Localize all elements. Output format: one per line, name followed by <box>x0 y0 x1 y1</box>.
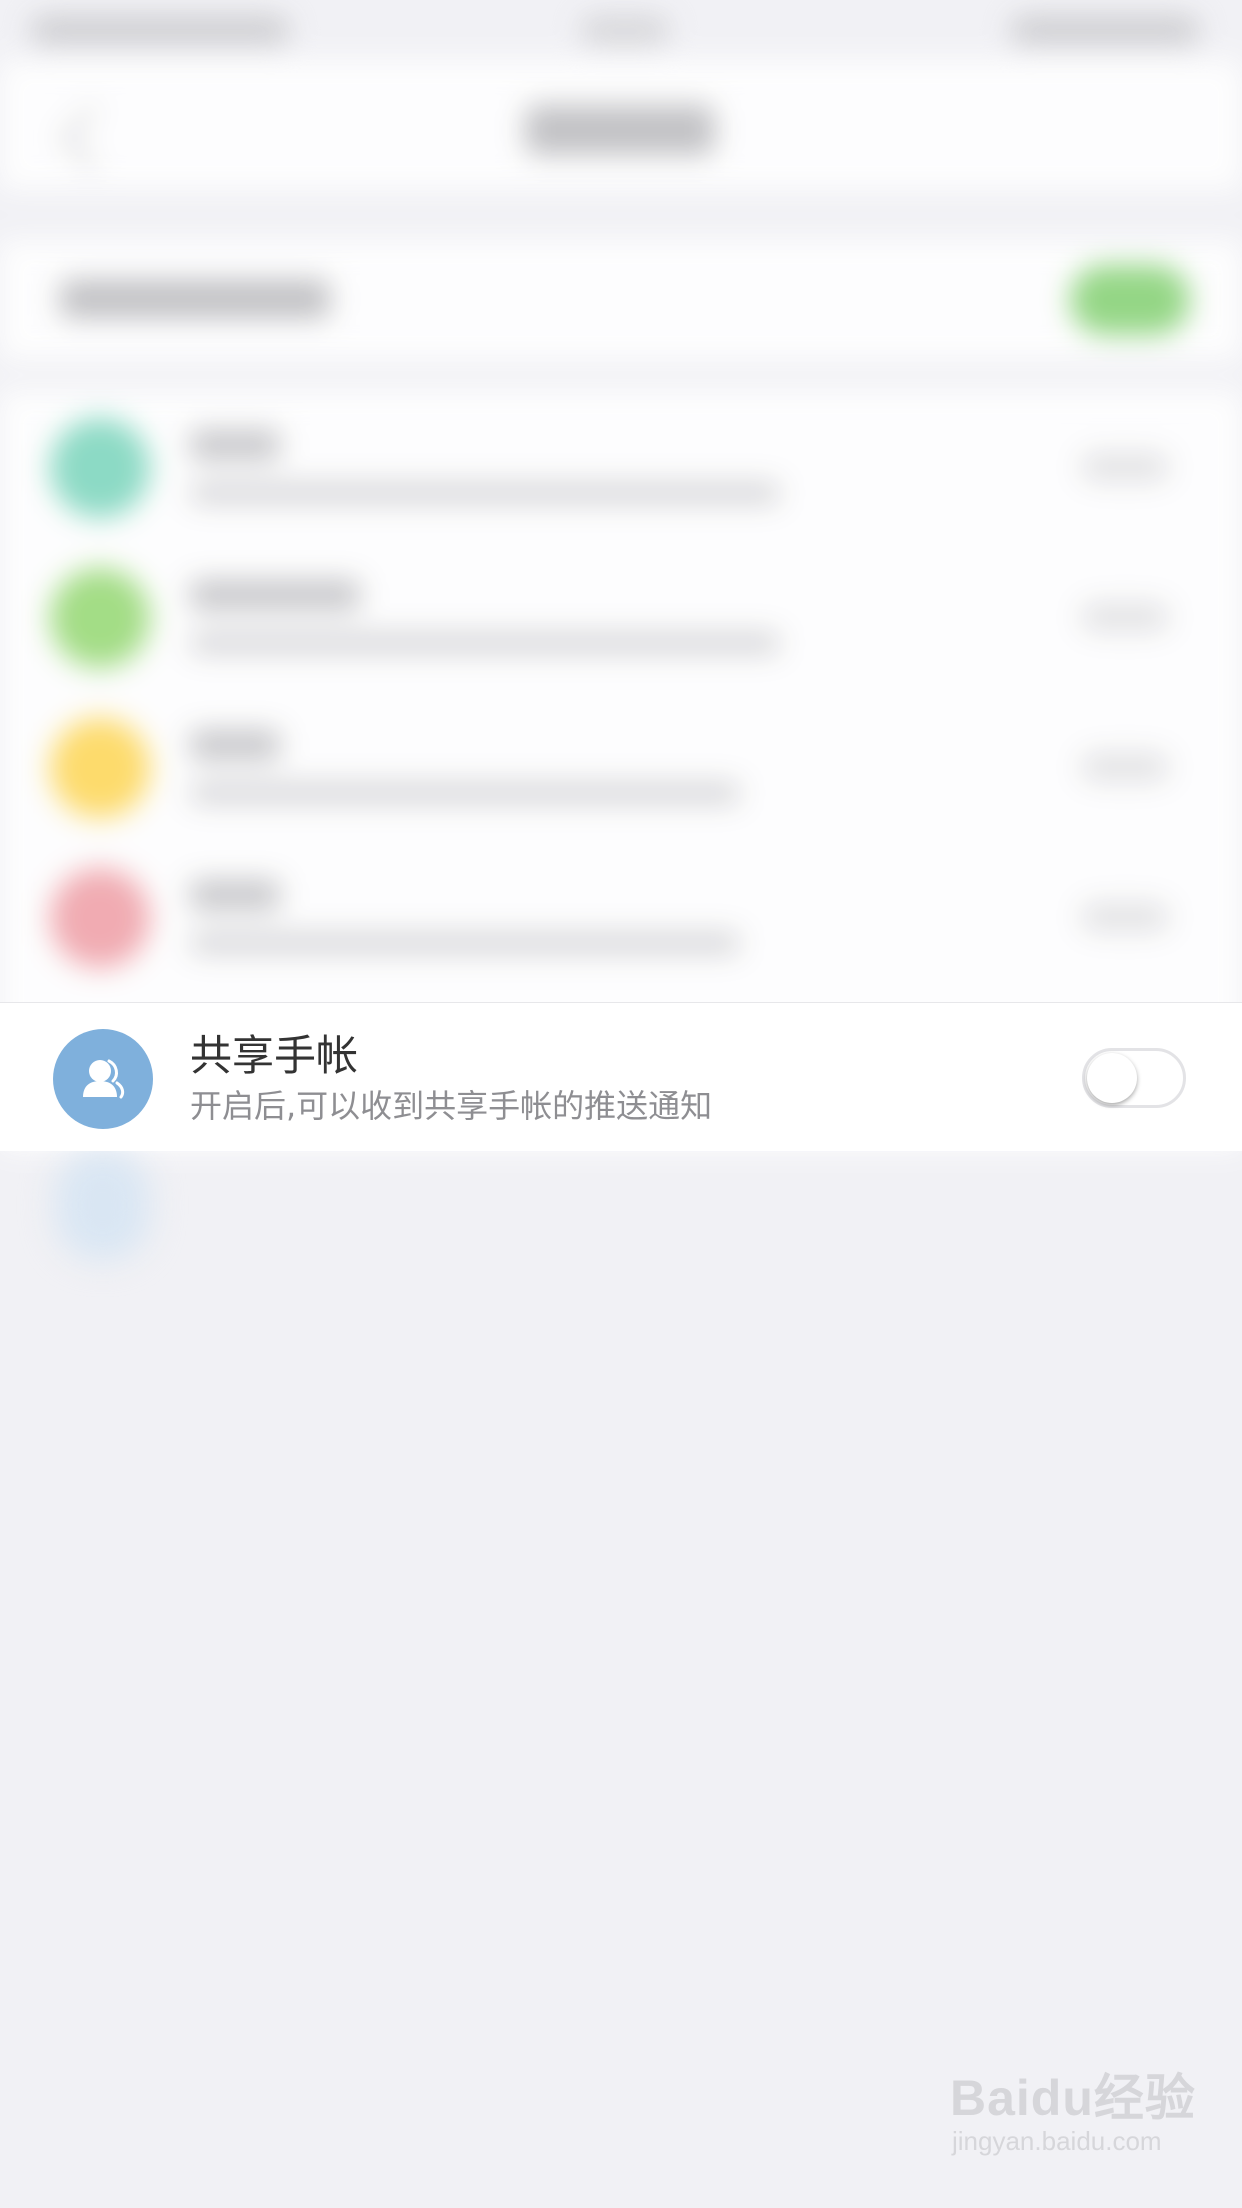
blurred-top-setting-row <box>0 240 1242 360</box>
blurred-item-subtitle <box>190 932 740 954</box>
blurred-item-toggle <box>1080 452 1170 482</box>
blurred-list-item <box>0 840 1242 990</box>
blurred-item-title <box>190 730 280 760</box>
status-bar-carrier <box>30 16 290 44</box>
person-icon <box>53 1029 153 1129</box>
blurred-item-subtitle <box>190 782 740 804</box>
blurred-list-item <box>0 390 1242 540</box>
setting-title: 共享手帐 <box>190 1031 359 1080</box>
blurred-avatar <box>50 868 150 968</box>
nav-title <box>525 105 715 155</box>
shared-journal-toggle[interactable] <box>1082 1048 1186 1108</box>
blurred-background <box>0 0 1242 1150</box>
shared-journal-setting-row: 共享手帐 开启后,可以收到共享手帐的推送通知 <box>0 1002 1242 1151</box>
blurred-item-toggle <box>1080 752 1170 782</box>
blurred-item-toggle <box>1080 602 1170 632</box>
blurred-item-title <box>190 880 280 910</box>
blurred-avatar <box>50 418 150 518</box>
notification-settings-screen: 共享手帐 开启后,可以收到共享手帐的推送通知 Baidu经验 jingyan.b… <box>0 0 1242 2208</box>
status-bar-battery <box>1010 16 1200 44</box>
navigation-bar <box>0 60 1242 190</box>
blurred-below-content <box>0 1150 1242 1310</box>
blurred-item-title <box>190 430 280 460</box>
watermark-url: jingyan.baidu.com <box>952 2126 1162 2156</box>
blurred-list-item <box>0 690 1242 840</box>
status-bar <box>0 0 1242 60</box>
blurred-setting-label <box>60 280 330 318</box>
status-bar-time <box>580 16 670 44</box>
blurred-item-subtitle <box>190 632 780 654</box>
back-chevron-icon <box>60 105 126 171</box>
watermark-logo: Baidu经验 <box>950 2070 1196 2126</box>
blurred-list-item <box>0 540 1242 690</box>
blurred-item-toggle <box>1080 902 1170 932</box>
baidu-jingyan-watermark: Baidu经验 jingyan.baidu.com <box>950 2070 1220 2156</box>
blurred-item-title <box>190 580 360 610</box>
blurred-avatar-shadow <box>55 1150 150 1260</box>
toggle-knob <box>1087 1053 1137 1103</box>
blurred-avatar <box>50 568 150 668</box>
blurred-toggle <box>1070 265 1190 335</box>
person-icon-glyph <box>83 1059 125 1099</box>
blurred-item-subtitle <box>190 482 780 504</box>
setting-description: 开启后,可以收到共享手帐的推送通知 <box>190 1087 713 1125</box>
blurred-avatar <box>50 718 150 818</box>
